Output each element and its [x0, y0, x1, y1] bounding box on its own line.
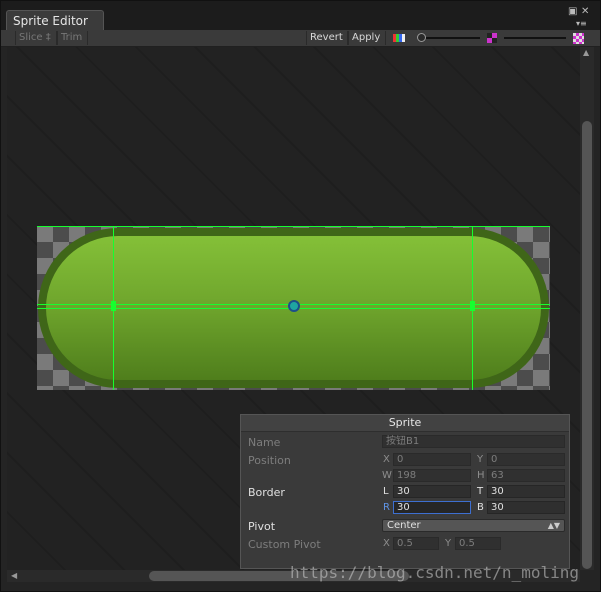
custom-pivot-label: Custom Pivot [248, 538, 321, 551]
b-label: B [477, 502, 484, 513]
close-icon[interactable]: ✕ [581, 7, 589, 17]
border-bottom-field[interactable]: 30 [487, 501, 565, 514]
h-label: H [477, 470, 485, 481]
w-label: W [382, 470, 392, 481]
context-menu-icon[interactable]: ▾≡ [576, 19, 587, 29]
color-channel-icon[interactable] [393, 34, 405, 42]
border-right-field[interactable]: 30 [393, 501, 471, 514]
border-left-handle[interactable] [111, 301, 116, 311]
panel-title: Sprite [241, 415, 569, 432]
custom-pivot-x-label: X [383, 538, 390, 549]
border-right-handle[interactable] [470, 301, 475, 311]
pivot-handle[interactable] [288, 300, 300, 312]
vertical-scrollbar[interactable]: ▲ [580, 47, 594, 570]
pivot-dropdown-value: Center [387, 520, 421, 531]
mip-level-max-icon [573, 33, 584, 44]
x-label: X [383, 454, 390, 465]
width-field[interactable]: 198 [393, 469, 471, 482]
watermark: https://blog.csdn.net/n_moling [290, 563, 579, 582]
border-left-field[interactable]: 30 [393, 485, 471, 498]
position-x-field[interactable]: 0 [393, 453, 471, 466]
scroll-up-icon[interactable]: ▲ [583, 49, 589, 57]
scroll-left-icon[interactable]: ◀ [11, 572, 17, 580]
y-label: Y [477, 454, 484, 465]
mip-level-icon [487, 33, 497, 43]
l-label: L [383, 486, 389, 497]
custom-pivot-x-field[interactable]: 0.5 [393, 537, 439, 550]
zoom-slider-track[interactable] [426, 37, 480, 39]
dropdown-arrow-icon: ▲▼ [547, 521, 560, 530]
toolbar: Slice ‡ Trim Revert Apply [1, 30, 600, 47]
slice-button[interactable]: Slice ‡ [15, 31, 57, 45]
mip-slider-track[interactable] [504, 37, 566, 39]
revert-button[interactable]: Revert [306, 31, 348, 45]
tab-sprite-editor[interactable]: Sprite Editor [6, 10, 104, 31]
tab-bar: Sprite Editor ▣ ✕ ▾≡ [1, 1, 600, 31]
trim-button[interactable]: Trim [57, 31, 88, 45]
name-field[interactable]: 按钮B1 [382, 435, 565, 448]
position-label: Position [248, 454, 291, 467]
custom-pivot-y-field[interactable]: 0.5 [455, 537, 501, 550]
position-y-field[interactable]: 0 [487, 453, 565, 466]
restore-icon[interactable]: ▣ [568, 7, 577, 17]
t-label: T [477, 486, 484, 497]
name-label: Name [248, 436, 281, 449]
height-field[interactable]: 63 [487, 469, 565, 482]
r-label: R [383, 502, 390, 513]
border-label: Border [248, 486, 285, 499]
sprite-properties-panel: Sprite Name 按钮B1 Position X 0 Y 0 W 198 … [240, 414, 570, 569]
pivot-dropdown[interactable]: Center ▲▼ [382, 519, 565, 532]
apply-button[interactable]: Apply [348, 31, 386, 45]
pivot-label: Pivot [248, 520, 276, 533]
zoom-slider-handle[interactable] [417, 33, 426, 42]
custom-pivot-y-label: Y [445, 538, 452, 549]
border-top-field[interactable]: 30 [487, 485, 565, 498]
vertical-scroll-thumb[interactable] [582, 121, 592, 569]
sprite-editor-window: Sprite Editor ▣ ✕ ▾≡ Slice ‡ Trim Revert… [0, 0, 601, 592]
